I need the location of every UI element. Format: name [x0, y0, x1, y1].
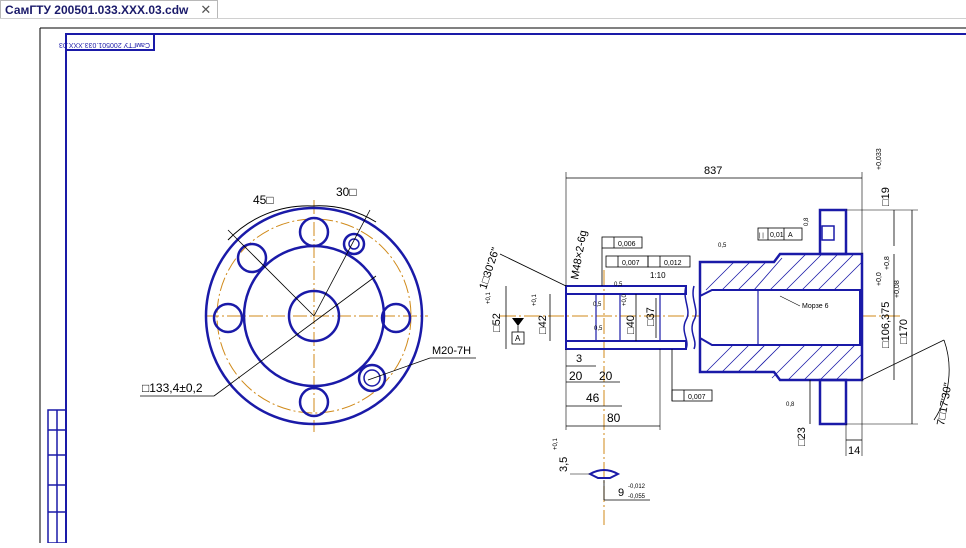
small-hole	[342, 232, 366, 256]
close-icon[interactable]: ✕	[200, 3, 211, 16]
svg-text:0,5: 0,5	[718, 243, 727, 249]
svg-text:+0,1: +0,1	[553, 437, 559, 450]
stamp-text: СамГТУ 200501.033.XXX.03	[59, 41, 150, 48]
svg-text:0,5: 0,5	[594, 326, 603, 332]
dim-52: □52	[491, 313, 503, 332]
morse-label: Морзе 6	[802, 303, 829, 310]
stamp-box: СамГТУ 200501.033.XXX.03	[59, 33, 155, 51]
tol-006: 0,006	[618, 241, 636, 248]
svg-text:+0,1: +0,1	[532, 293, 538, 306]
section-view: 837 □19 +0,033 □106,375 +0,0 +0,8 □170 +…	[477, 148, 954, 525]
dim-9: 9	[618, 487, 624, 499]
bolt-circle-dim: □133,4±0,2	[142, 381, 203, 395]
drawing-canvas[interactable]: СамГТУ 200501.033.XXX.03 45□ 30□ М20-7Н …	[0, 19, 966, 544]
document-tab[interactable]: СамГТУ 200501.033.XXX.03.cdw ✕	[0, 0, 219, 18]
angle-left: 1□30'26"	[477, 246, 502, 291]
flange-view: 45□ 30□ М20-7Н □133,4±0,2	[140, 185, 476, 432]
angle-45-label: 45□	[253, 193, 274, 207]
dim-19: □19	[880, 187, 892, 206]
dim-37: □37	[645, 307, 657, 326]
dim-3: 3	[576, 353, 582, 365]
dim-80: 80	[607, 411, 621, 425]
document-tab-title: СамГТУ 200501.033.XXX.03.cdw	[5, 2, 189, 17]
thread-m48: М48×2-6g	[569, 229, 589, 280]
svg-text:0,8: 0,8	[804, 217, 810, 226]
bolt-hole-top-left	[236, 242, 268, 274]
svg-text:-0,012: -0,012	[628, 484, 646, 490]
taper-label: 1:10	[650, 271, 666, 280]
svg-text:+0,0: +0,0	[622, 293, 628, 306]
dim-20b: 20	[599, 369, 613, 383]
svg-text:+0,1: +0,1	[486, 291, 492, 304]
document-tab-bar: СамГТУ 200501.033.XXX.03.cdw ✕	[0, 0, 966, 19]
dim-14: 14	[848, 445, 860, 457]
svg-text:0,5: 0,5	[614, 282, 623, 288]
dim-106: □106,375	[880, 302, 892, 348]
frame-symbol: | |	[759, 233, 764, 239]
dim-42: □42	[537, 315, 549, 334]
dim-170: □170	[898, 319, 910, 344]
tol-001: 0,01	[770, 232, 784, 239]
bolt-hole-right	[380, 302, 412, 334]
dim-20a: 20	[569, 369, 583, 383]
bolt-hole-left	[212, 302, 244, 334]
angle-30-label: 30□	[336, 185, 357, 199]
tol-007b: 0,007	[688, 394, 706, 401]
svg-text:-0,055: -0,055	[628, 494, 646, 500]
dim-46: 46	[586, 391, 600, 405]
svg-text:+0,033: +0,033	[876, 148, 883, 170]
dim-40: □40	[625, 315, 637, 334]
side-stamp-column	[47, 409, 67, 544]
tol-007a: 0,007	[622, 260, 640, 267]
svg-text:0,5: 0,5	[593, 302, 602, 308]
datum-ref: А	[788, 232, 793, 239]
svg-text:+0,0: +0,0	[876, 272, 883, 286]
dim-35: 3,5	[558, 457, 570, 472]
threaded-hole	[357, 363, 387, 393]
svg-text:+0,08: +0,08	[894, 280, 901, 298]
svg-text:+0,8: +0,8	[884, 256, 891, 270]
svg-text:0,8: 0,8	[786, 402, 795, 408]
tol-012: 0,012	[664, 260, 682, 267]
drawing-sheet: СамГТУ 200501.033.XXX.03 45□ 30□ М20-7Н …	[39, 27, 966, 544]
dim-23: □23	[796, 427, 808, 446]
dim-837: 837	[704, 165, 722, 177]
angle-right: 7□17'30"	[935, 382, 954, 427]
thread-m20-label: М20-7Н	[432, 345, 471, 357]
datum-label: А	[515, 334, 521, 343]
